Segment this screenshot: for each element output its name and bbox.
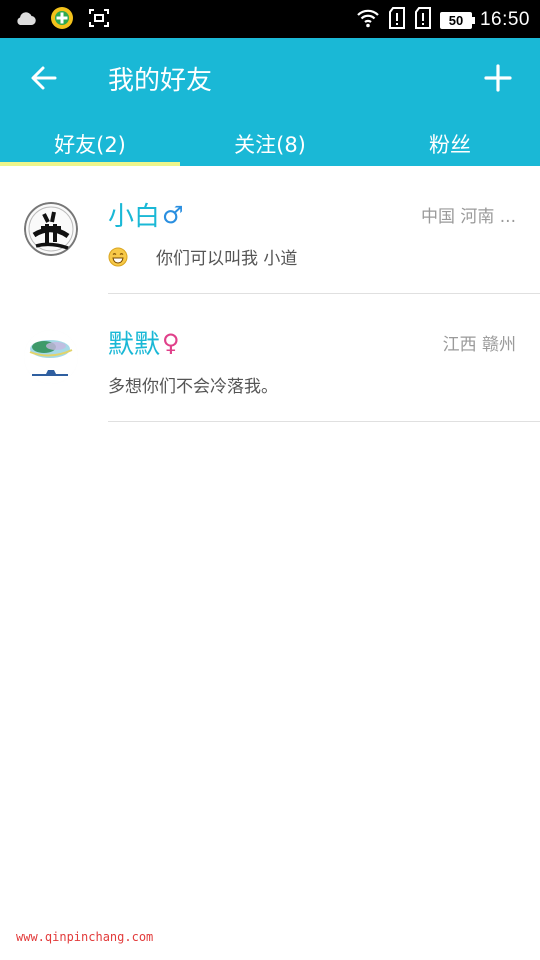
- male-icon: ♂: [162, 200, 184, 229]
- friend-signature: 多想你们不会冷落我。: [108, 372, 278, 397]
- tab-fans[interactable]: 粉丝: [360, 126, 540, 166]
- friend-name: 默默 ♀: [108, 324, 180, 361]
- tab-following[interactable]: 关注(8): [180, 126, 360, 166]
- plus-icon: [484, 64, 512, 96]
- friend-location: 江西 赣州: [442, 335, 516, 355]
- page-title: 我的好友: [108, 66, 213, 96]
- friend-signature-text: 多想你们不会冷落我。: [108, 377, 278, 397]
- friend-signature: 你们可以叫我 小道: [108, 244, 297, 269]
- status-bar-right: 50 16:50: [356, 7, 530, 33]
- friend-location: 中国 河南 ...: [420, 207, 516, 227]
- watermark: www.qinpinchang.com: [16, 930, 154, 944]
- row-divider: [108, 421, 540, 422]
- tab-friends[interactable]: 好友(2): [0, 126, 180, 166]
- tab-label: 好友(2): [54, 133, 126, 157]
- sim-icon: [414, 7, 432, 33]
- tab-bar: 好友(2) 关注(8) 粉丝: [0, 126, 540, 166]
- avatar: [24, 202, 78, 256]
- tab-label: 关注(8): [234, 133, 306, 157]
- app-bar: 我的好友 好友(2) 关注(8) 粉丝: [0, 38, 540, 166]
- female-icon: ♀: [162, 328, 180, 357]
- cloud-icon: [14, 10, 36, 30]
- back-button[interactable]: [22, 58, 66, 102]
- avatar: [24, 330, 78, 384]
- friend-list: 小白 ♂ 中国 河南 ... 你们可以叫我 小道 默默 ♀ 江西 赣州 多想你们…: [0, 166, 540, 422]
- friend-name-text: 小白: [108, 202, 161, 232]
- battery-indicator: 50: [439, 11, 475, 29]
- app-badge-icon: [50, 6, 74, 34]
- status-bar-left: [14, 6, 110, 34]
- friend-signature-text: 你们可以叫我 小道: [156, 249, 298, 269]
- sim-icon: [388, 7, 406, 33]
- screenshot-icon: [88, 8, 110, 32]
- arrow-left-icon: [30, 64, 58, 96]
- friend-name: 小白 ♂: [108, 196, 184, 233]
- status-bar: 50 16:50: [0, 0, 540, 38]
- wifi-icon: [356, 8, 380, 32]
- friend-row[interactable]: 默默 ♀ 江西 赣州 多想你们不会冷落我。: [0, 294, 540, 422]
- clock: 16:50: [479, 9, 530, 30]
- tab-label: 粉丝: [429, 133, 471, 157]
- grin-emoji-icon: [108, 247, 128, 267]
- friend-name-text: 默默: [108, 330, 161, 360]
- add-friend-button[interactable]: [476, 58, 520, 102]
- friend-row[interactable]: 小白 ♂ 中国 河南 ... 你们可以叫我 小道: [0, 166, 540, 294]
